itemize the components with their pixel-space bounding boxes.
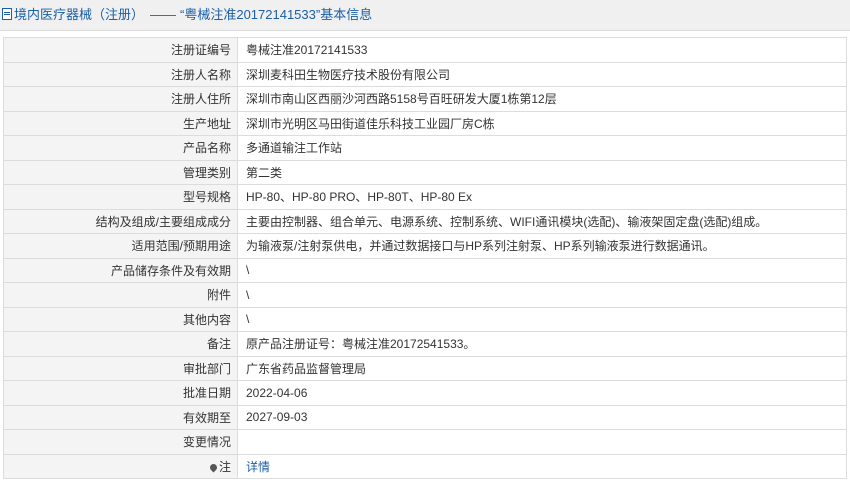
page-header: 境内医疗器械（注册） —— “粤械注准20172141533”基本信息	[0, 0, 850, 31]
header-title: 境内医疗器械（注册）	[14, 7, 145, 22]
detail-table: 注册证编号 粤械注准20172141533 注册人名称 深圳麦科田生物医疗技术股份有限…	[3, 37, 847, 479]
row-label: 型号规格	[3, 184, 238, 210]
table-row: 变更情况	[3, 429, 847, 455]
row-value: 主要由控制器、组合单元、电源系统、控制系统、WIFI通讯模块(选配)、输液架固定…	[237, 208, 847, 234]
row-value: 第二类	[237, 159, 847, 185]
row-value: 详情	[237, 453, 847, 479]
row-label: 变更情况	[3, 429, 238, 455]
table-row: 备注 原产品注册证号：粤械注准20172541533。	[3, 331, 847, 357]
table-row: 注 详情	[3, 453, 847, 479]
detail-container: 注册证编号 粤械注准20172141533 注册人名称 深圳麦科田生物医疗技术股份有限…	[0, 31, 850, 479]
row-label: 结构及组成/主要组成成分	[3, 208, 238, 234]
note-label: 注	[218, 459, 231, 474]
table-row: 注册人住所 深圳市南山区西丽沙河西路5158号百旺研发大厦1栋第12层	[3, 86, 847, 112]
pin-icon	[208, 462, 219, 473]
table-row: 有效期至 2027-09-03	[3, 404, 847, 430]
row-value: 深圳麦科田生物医疗技术股份有限公司	[237, 61, 847, 87]
row-label: 备注	[3, 331, 238, 357]
row-value: 2027-09-03	[237, 404, 847, 430]
row-value	[237, 429, 847, 455]
row-value: 多通道输注工作站	[237, 135, 847, 161]
row-value: 原产品注册证号：粤械注准20172541533。	[237, 331, 847, 357]
row-value: 深圳市光明区马田街道佳乐科技工业园厂房C栋	[237, 110, 847, 136]
row-label: 注册证编号	[3, 37, 238, 63]
table-row: 审批部门 广东省药品监督管理局	[3, 355, 847, 381]
table-row: 其他内容 \	[3, 306, 847, 332]
row-label: 生产地址	[3, 110, 238, 136]
table-row: 型号规格 HP-80、HP-80 PRO、HP-80T、HP-80 Ex	[3, 184, 847, 210]
row-label: 审批部门	[3, 355, 238, 381]
table-row: 管理类别 第二类	[3, 159, 847, 185]
table-row: 附件 \	[3, 282, 847, 308]
row-label: 注	[3, 453, 238, 479]
row-value: 广东省药品监督管理局	[237, 355, 847, 381]
row-label: 有效期至	[3, 404, 238, 430]
header-separator: ——	[150, 7, 177, 22]
detail-link[interactable]: 详情	[246, 460, 270, 474]
row-value: \	[237, 257, 847, 283]
table-row: 生产地址 深圳市光明区马田街道佳乐科技工业园厂房C栋	[3, 110, 847, 136]
table-row: 注册人名称 深圳麦科田生物医疗技术股份有限公司	[3, 61, 847, 87]
row-label: 注册人名称	[3, 61, 238, 87]
document-icon	[2, 8, 12, 20]
row-value: 深圳市南山区西丽沙河西路5158号百旺研发大厦1栋第12层	[237, 86, 847, 112]
row-label: 其他内容	[3, 306, 238, 332]
row-value: \	[237, 306, 847, 332]
row-label: 产品名称	[3, 135, 238, 161]
table-row: 结构及组成/主要组成成分 主要由控制器、组合单元、电源系统、控制系统、WIFI通讯…	[3, 208, 847, 234]
row-label: 管理类别	[3, 159, 238, 185]
row-label: 附件	[3, 282, 238, 308]
table-row: 产品储存条件及有效期 \	[3, 257, 847, 283]
table-row: 批准日期 2022-04-06	[3, 380, 847, 406]
row-label: 注册人住所	[3, 86, 238, 112]
row-value: 2022-04-06	[237, 380, 847, 406]
table-row: 产品名称 多通道输注工作站	[3, 135, 847, 161]
header-subtitle: “粤械注准20172141533”基本信息	[180, 7, 373, 22]
row-value: 为输液泵/注射泵供电，并通过数据接口与HP系列注射泵、HP系列输液泵进行数据通讯…	[237, 233, 847, 259]
row-value: HP-80、HP-80 PRO、HP-80T、HP-80 Ex	[237, 184, 847, 210]
row-label: 产品储存条件及有效期	[3, 257, 238, 283]
row-label: 批准日期	[3, 380, 238, 406]
row-value: \	[237, 282, 847, 308]
table-row: 注册证编号 粤械注准20172141533	[3, 37, 847, 63]
row-value: 粤械注准20172141533	[237, 37, 847, 63]
row-label: 适用范围/预期用途	[3, 233, 238, 259]
table-row: 适用范围/预期用途 为输液泵/注射泵供电，并通过数据接口与HP系列注射泵、HP系列…	[3, 233, 847, 259]
